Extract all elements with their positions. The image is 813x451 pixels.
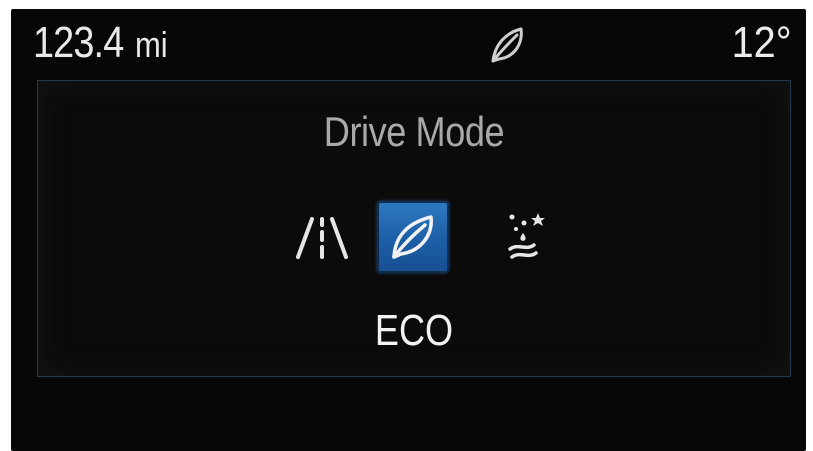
range-readout: 123.4 mi xyxy=(33,21,173,65)
drive-mode-panel: Drive Mode ECO xyxy=(37,80,791,377)
display-screen: 123.4 mi 12° Drive Mode ECO xyxy=(11,9,806,451)
status-bar: 123.4 mi 12° xyxy=(11,9,806,83)
mode-snow-ice-button[interactable] xyxy=(490,199,566,275)
leaf-icon xyxy=(491,27,523,63)
outside-temperature: 12° xyxy=(732,18,792,67)
selected-mode-label: ECO xyxy=(374,306,454,355)
range-value: 123.4 xyxy=(33,18,124,67)
snow-ice-icon xyxy=(508,213,545,259)
panel-title: Drive Mode xyxy=(323,108,505,155)
mode-tour-button[interactable] xyxy=(284,199,360,275)
leaf-icon xyxy=(392,215,433,259)
range-unit: mi xyxy=(134,24,168,65)
road-icon xyxy=(296,217,348,259)
mode-eco-button[interactable] xyxy=(375,199,451,275)
